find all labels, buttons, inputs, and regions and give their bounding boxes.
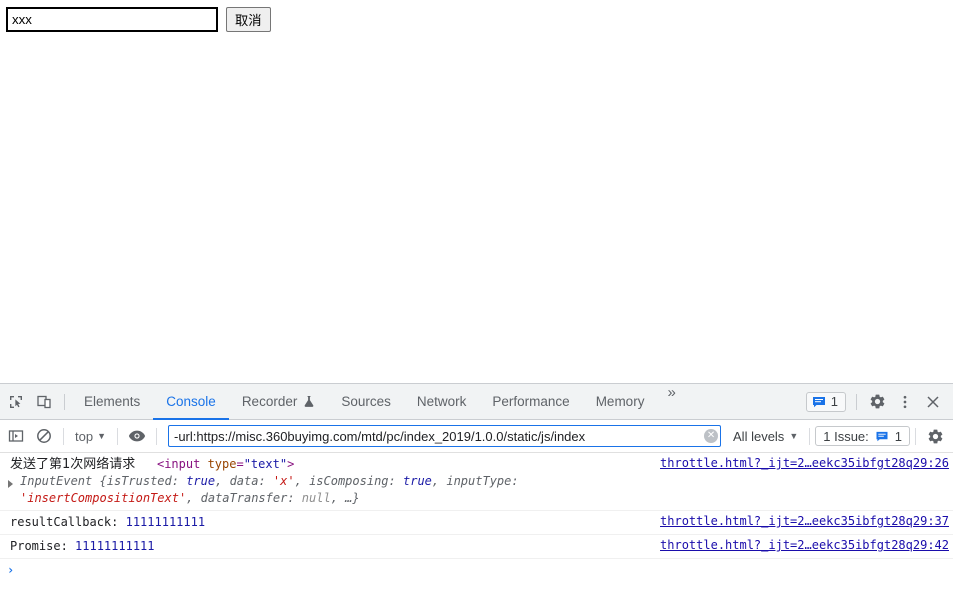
dom-node-space xyxy=(200,457,207,471)
prop-value: 'x' xyxy=(272,474,295,488)
tab-recorder[interactable]: Recorder xyxy=(229,384,329,420)
tab-elements[interactable]: Elements xyxy=(71,384,153,420)
log-levels-selector[interactable]: All levels ▼ xyxy=(727,427,804,446)
close-icon[interactable] xyxy=(919,388,947,416)
prop-key: dataTransfer xyxy=(200,491,288,505)
prop-key: isComposing xyxy=(309,474,389,488)
console-filter-input[interactable] xyxy=(174,427,705,445)
prop-key: isTrusted xyxy=(106,474,172,488)
prop-value: 'insertCompositionText' xyxy=(20,491,187,505)
more-options-icon[interactable] xyxy=(891,388,919,416)
tab-label: Memory xyxy=(595,394,645,409)
tab-sources[interactable]: Sources xyxy=(328,384,404,420)
devtools-tool-icons xyxy=(0,388,58,416)
execution-context-selector[interactable]: top ▼ xyxy=(69,427,112,446)
device-toolbar-icon[interactable] xyxy=(30,388,58,416)
console-prompt-input[interactable] xyxy=(18,562,949,579)
console-filter-box[interactable]: ✕ xyxy=(168,425,722,447)
tab-label: Network xyxy=(416,394,467,409)
issues-count: 1 xyxy=(830,394,838,409)
gear-icon[interactable] xyxy=(863,388,891,416)
tab-performance[interactable]: Performance xyxy=(479,384,582,420)
clear-filter-icon[interactable]: ✕ xyxy=(704,429,719,443)
expand-triangle-icon[interactable] xyxy=(8,480,13,488)
object-constructor: InputEvent xyxy=(20,474,93,488)
dom-node-tag: input xyxy=(164,457,201,471)
demo-form: 取消 xyxy=(0,0,953,32)
toolbar-divider-5 xyxy=(915,427,916,445)
prompt-chevron-icon: › xyxy=(7,563,15,577)
console-sidebar-toggle-icon[interactable] xyxy=(2,422,30,450)
toolbar-divider-1 xyxy=(63,427,64,445)
prop-key: data xyxy=(229,474,259,488)
issue-message-icon xyxy=(875,431,889,442)
devtools-panel: Elements Console Recorder Sources Networ… xyxy=(0,383,953,594)
toolbar-divider-2 xyxy=(117,427,118,445)
log-text-cjk: 发送了第1次网络请求 xyxy=(10,457,136,472)
dom-node-gt: > xyxy=(287,457,295,471)
tab-console[interactable]: Console xyxy=(153,384,229,420)
dom-node-eq: = xyxy=(236,457,244,471)
object-close-brace: } xyxy=(352,491,360,505)
dom-node-value: "text" xyxy=(243,457,288,471)
prop-value: true xyxy=(403,474,432,488)
source-link[interactable]: throttle.html?_ijt=2…eekc35ibfgt28q29:37 xyxy=(660,514,949,528)
issues-chip[interactable]: 1 Issue: 1 xyxy=(815,426,910,446)
tab-memory[interactable]: Memory xyxy=(583,384,658,420)
console-message-object: InputEvent {isTrusted: true, data: 'x', … xyxy=(20,474,526,505)
issue-message-icon xyxy=(812,396,826,408)
more-tabs-button[interactable]: » xyxy=(657,384,684,420)
tabbar-divider xyxy=(64,393,65,410)
chevron-down-icon: ▼ xyxy=(97,430,106,441)
console-message-list: 发送了第1次网络请求 <input type="text"> throttle.… xyxy=(0,453,953,594)
console-prompt[interactable]: › xyxy=(0,559,953,582)
chevron-down-icon: ▼ xyxy=(789,430,799,441)
clear-console-icon[interactable] xyxy=(30,422,58,450)
devtools-tabbar: Elements Console Recorder Sources Networ… xyxy=(0,384,953,420)
log-value: 11111111111 xyxy=(125,515,206,529)
prop-value: true xyxy=(186,474,216,488)
context-label: top xyxy=(75,428,94,444)
console-message-row[interactable]: resultCallback: 11111111111 throttle.htm… xyxy=(0,511,953,535)
dom-node-attr: type xyxy=(207,457,237,471)
text-input[interactable] xyxy=(6,7,218,32)
tab-label: Sources xyxy=(341,394,391,409)
issues-chip-label: 1 Issue: xyxy=(823,428,869,444)
tab-label: Elements xyxy=(84,394,141,409)
log-value: 11111111111 xyxy=(75,539,155,553)
console-toolbar: top ▼ ✕ All levels ▼ 1 Issue: xyxy=(0,420,953,453)
live-expression-eye-icon[interactable] xyxy=(123,422,151,450)
console-message-row[interactable]: InputEvent {isTrusted: true, data: 'x', … xyxy=(0,473,953,511)
levels-label: All levels xyxy=(733,428,785,444)
tab-label: Console xyxy=(166,394,216,409)
page-viewport: 取消 xyxy=(0,0,953,383)
tabbar-right-divider xyxy=(856,393,857,410)
devtools-tab-list: Elements Console Recorder Sources Networ… xyxy=(71,384,806,420)
console-message-row[interactable]: 发送了第1次网络请求 <input type="text"> throttle.… xyxy=(0,453,953,473)
source-link[interactable]: throttle.html?_ijt=2…eekc35ibfgt28q29:42 xyxy=(660,538,949,552)
tab-label: Recorder xyxy=(241,394,298,409)
tab-label: Performance xyxy=(492,394,570,409)
tab-network[interactable]: Network xyxy=(404,384,480,420)
source-link[interactable]: throttle.html?_ijt=2…eekc35ibfgt28q29:26 xyxy=(660,456,949,470)
toolbar-divider-4 xyxy=(809,427,811,445)
toolbar-divider-3 xyxy=(156,427,157,445)
issues-chip-count: 1 xyxy=(894,428,902,444)
prop-key: inputType xyxy=(446,474,512,488)
object-open-brace: { xyxy=(99,474,107,488)
devtools-tabbar-right: 1 xyxy=(805,388,949,416)
log-label: Promise: xyxy=(10,539,68,553)
console-settings-gear-icon[interactable] xyxy=(921,422,949,450)
prop-value: null xyxy=(301,491,331,505)
log-label: resultCallback: xyxy=(10,515,119,529)
flask-icon xyxy=(303,395,315,408)
inspect-element-icon[interactable] xyxy=(2,388,30,416)
issues-badge[interactable]: 1 xyxy=(805,391,846,412)
cancel-button[interactable]: 取消 xyxy=(226,7,271,32)
console-message-row[interactable]: Promise: 11111111111 throttle.html?_ijt=… xyxy=(0,535,953,559)
